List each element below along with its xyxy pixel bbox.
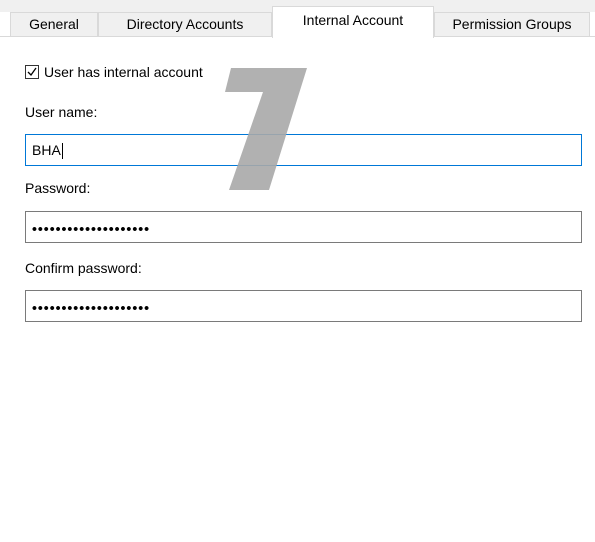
tab-directory-accounts[interactable]: Directory Accounts: [98, 12, 272, 36]
username-field[interactable]: BHA: [25, 134, 582, 166]
tab-permission-groups[interactable]: Permission Groups: [434, 12, 590, 36]
username-value: BHA: [32, 142, 61, 158]
password-label: Password:: [25, 180, 91, 196]
tab-bar: General Directory Accounts Internal Acco…: [0, 0, 595, 38]
internal-account-checkbox[interactable]: [25, 65, 39, 79]
confirm-password-mask: ••••••••••••••••••••: [32, 299, 151, 316]
checkbox-label: User has internal account: [44, 64, 203, 80]
internal-account-checkbox-row[interactable]: User has internal account: [25, 63, 203, 81]
tab-internal-account[interactable]: Internal Account: [272, 6, 434, 38]
checkmark-icon: [27, 67, 37, 77]
confirm-password-field[interactable]: ••••••••••••••••••••: [25, 290, 582, 322]
tab-general[interactable]: General: [10, 12, 98, 36]
confirm-password-label: Confirm password:: [25, 260, 142, 276]
password-mask: ••••••••••••••••••••: [32, 220, 151, 237]
username-label: User name:: [25, 104, 98, 120]
text-caret: [61, 143, 63, 160]
password-field[interactable]: ••••••••••••••••••••: [25, 211, 582, 243]
